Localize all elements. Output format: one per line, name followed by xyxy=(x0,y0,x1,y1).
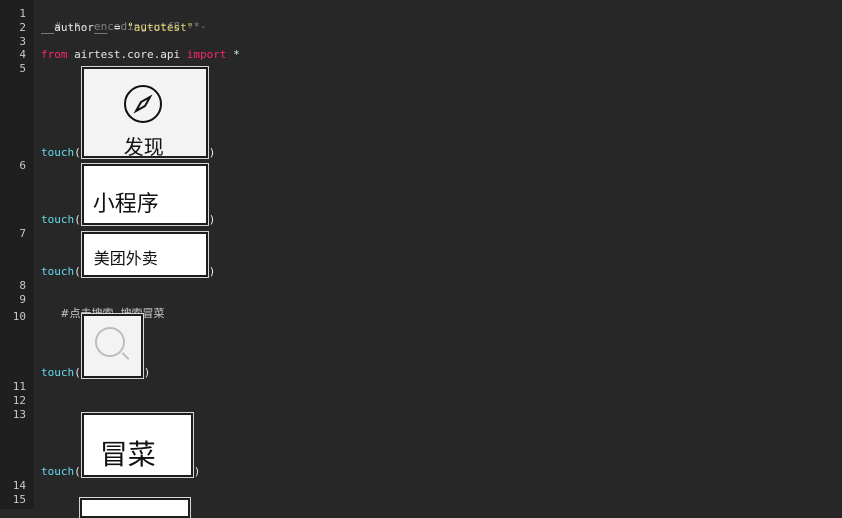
partial-image-template[interactable] xyxy=(79,497,191,518)
touch-call-mini-program[interactable]: touch( 小程序 ) xyxy=(41,163,216,226)
line-number: 7 xyxy=(19,227,26,240)
discover-image-template[interactable]: 发现 xyxy=(80,66,209,159)
author-string: "autotest" xyxy=(127,21,194,34)
paren-close: ) xyxy=(143,366,151,379)
module-name: airtest.core.api xyxy=(67,48,187,61)
line-number: 2 xyxy=(19,21,26,34)
line-number: 3 xyxy=(19,35,26,48)
touch-function: touch xyxy=(41,146,75,159)
assign-operator: = xyxy=(107,21,128,34)
touch-call-discover[interactable]: touch( 发现 ) xyxy=(41,66,216,159)
code-line-4[interactable]: from airtest.core.api import * xyxy=(41,48,240,61)
paren-open: ( xyxy=(74,213,81,226)
touch-function: touch xyxy=(41,366,75,379)
touch-call-search[interactable]: touch( ) xyxy=(41,313,151,379)
mini-program-image-template[interactable]: 小程序 xyxy=(80,163,209,226)
touch-function: touch xyxy=(41,465,75,478)
paren-open: ( xyxy=(74,146,81,159)
line-number: 8 xyxy=(19,279,26,292)
line-number: 15 xyxy=(12,493,26,506)
line-number: 14 xyxy=(12,479,26,492)
line-number: 9 xyxy=(19,293,26,306)
line-number: 12 xyxy=(12,394,26,407)
touch-call-meituan[interactable]: touch( 美团外卖 ) xyxy=(41,231,216,278)
meituan-image-template[interactable]: 美团外卖 xyxy=(80,231,209,278)
wildcard: * xyxy=(226,48,240,61)
line-number: 6 xyxy=(19,159,26,172)
paren-close: ) xyxy=(208,146,216,159)
import-keyword: import xyxy=(186,48,227,61)
code-line-2[interactable]: __author__ = "autotest" xyxy=(41,21,193,34)
line-number-gutter xyxy=(0,0,34,509)
line-number: 13 xyxy=(12,408,26,421)
line-number: 11 xyxy=(12,380,26,393)
maocai-image-template[interactable]: 冒菜 xyxy=(80,412,194,478)
line-number: 4 xyxy=(19,48,26,61)
paren-open: ( xyxy=(74,465,81,478)
mini-program-label: 小程序 xyxy=(92,192,159,217)
line-number: 5 xyxy=(19,62,26,75)
meituan-label: 美团外卖 xyxy=(93,249,158,268)
touch-call-maocai[interactable]: touch( 冒菜 ) xyxy=(41,412,201,478)
author-variable: __author__ xyxy=(41,21,108,34)
search-icon xyxy=(94,327,125,357)
line-number: 10 xyxy=(12,310,26,323)
touch-function: touch xyxy=(41,213,75,226)
paren-close: ) xyxy=(208,213,216,226)
compass-icon xyxy=(123,85,162,123)
touch-function: touch xyxy=(41,265,75,278)
paren-open: ( xyxy=(74,366,81,379)
maocai-label: 冒菜 xyxy=(99,438,156,471)
from-keyword: from xyxy=(41,48,68,61)
discover-label: 发现 xyxy=(123,135,164,158)
search-image-template[interactable] xyxy=(80,313,144,379)
paren-open: ( xyxy=(74,265,81,278)
line-number: 1 xyxy=(19,7,26,20)
paren-close: ) xyxy=(208,265,216,278)
paren-close: ) xyxy=(193,465,201,478)
